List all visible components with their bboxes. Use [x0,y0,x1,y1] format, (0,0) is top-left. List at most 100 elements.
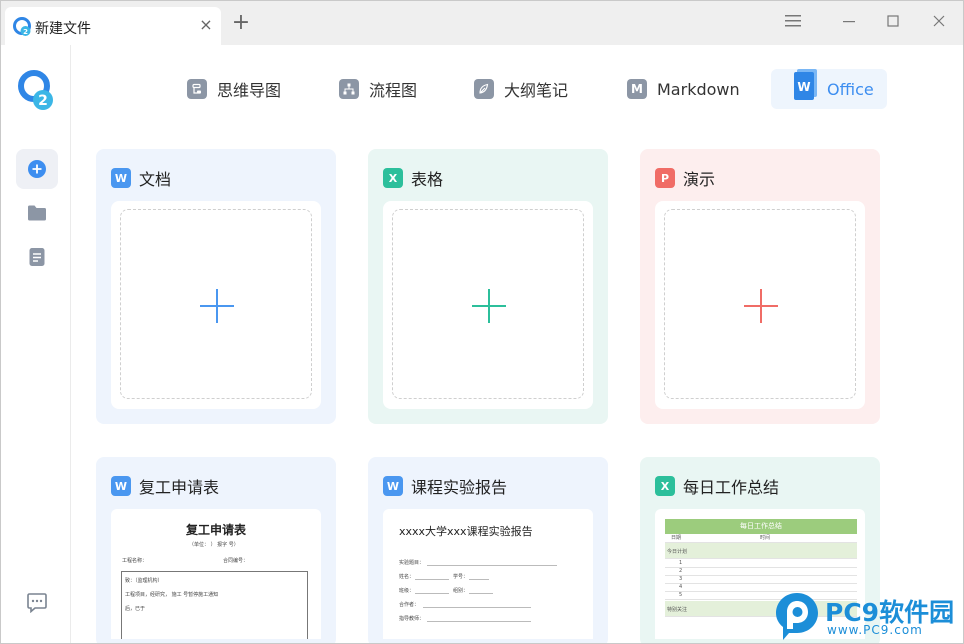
new-tab-button[interactable]: + [230,12,252,35]
app-logo-icon: 2 [18,70,53,110]
preview-text: 学号： [453,574,469,580]
sheet-row: 1 [665,560,857,568]
preview-text: 工程项目，经研究， 施工 号暂停施工通知 [125,592,219,598]
sheet-header-row: 日期 时间 [665,534,857,543]
underline [427,565,557,566]
app-logo-icon: 2 [13,17,31,36]
card-header: P 演示 [655,166,715,190]
card-title: 演示 [683,170,716,189]
menu-icon[interactable] [781,11,805,35]
chat-feedback-icon [27,593,47,613]
tab-markdown-label: Markdown [657,79,740,99]
preview-text: 致：（监理机构） [125,578,163,584]
word-badge-icon: W [383,476,403,496]
preview-heading: 复工申请表 [185,523,246,537]
card-new-presentation: P 演示 [640,149,880,424]
template-card-resume-work-form: W 复工申请表 复工申请表 （单位： ） 报字 号） 工程名称： 合同编号： 致… [96,457,336,643]
flowchart-icon [339,79,359,99]
preview-text: 班级： [399,588,415,594]
new-presentation-button[interactable] [655,201,865,409]
notes-button[interactable] [16,237,58,277]
preview-text: 后，已于 [125,606,146,612]
sheet-row: 3 [665,576,857,584]
preview-text: 合作者： [399,602,420,608]
watermark: PC9软件园 www.PC9.com [773,591,963,643]
underline [423,607,531,608]
tab-flowchart[interactable]: 流程图 [339,69,417,109]
plus-icon [200,289,234,323]
svg-text:2: 2 [23,28,28,36]
excel-badge-icon: X [655,476,675,496]
tab-new-file[interactable]: 2 新建文件 × [5,7,221,45]
underline [415,593,449,594]
card-header: W 课程实验报告 [383,474,507,498]
sheet-section-plan: 今日计划 [665,543,857,559]
new-file-button[interactable] [16,149,58,189]
sheet-row: 2 [665,568,857,576]
tab-office-label: Office [827,79,874,99]
preview-text: 实验题目： [399,560,425,566]
card-header: W 复工申请表 [111,474,219,498]
tab-mindmap-label: 思维导图 [217,81,282,100]
title-bar: 2 新建文件 × + [1,1,963,45]
new-spreadsheet-button[interactable] [383,201,593,409]
markdown-icon: M [627,79,647,99]
outline-note-icon [474,79,494,99]
card-header: X 表格 [383,166,443,190]
word-badge-icon: W [111,476,131,496]
card-new-spreadsheet: X 表格 [368,149,608,424]
tab-title: 新建文件 [35,21,91,37]
tab-outline-note[interactable]: 大纲笔记 [474,69,568,109]
office-word-icon: W [794,69,817,100]
tab-outline-note-label: 大纲笔记 [504,81,569,100]
plus-circle-icon [28,160,46,178]
svg-text:W: W [797,80,810,94]
tab-office[interactable]: W Office [771,69,887,109]
new-document-button[interactable] [111,201,321,409]
mindmap-icon [187,79,207,99]
excel-badge-icon: X [383,168,403,188]
watermark-url: www.PC9.com [827,623,923,637]
close-tab-icon[interactable]: × [197,16,215,34]
feedback-button[interactable] [16,583,58,623]
preview-text: 工程名称： [122,558,148,564]
card-title: 表格 [411,170,444,189]
underline [427,621,531,622]
tab-mindmap[interactable]: 思维导图 [187,69,281,109]
minimize-icon[interactable] [837,11,861,35]
card-header: X 每日工作总结 [655,474,779,498]
ppt-badge-icon: P [655,168,675,188]
card-title: 复工申请表 [139,478,220,497]
sheet-col-date: 日期 [671,535,682,541]
left-sidebar: 2 [1,45,71,643]
document-list-icon [29,248,45,266]
folder-icon [28,205,46,221]
maximize-icon[interactable] [881,11,905,35]
preview-heading: xxxx大学xxx课程实验报告 [399,525,533,538]
preview-text: 指导教师： [399,616,425,622]
word-badge-icon: W [111,168,131,188]
sheet-heading: 每日工作总结 [665,519,857,534]
svg-text:2: 2 [38,93,48,109]
tab-markdown[interactable]: M Markdown [627,69,740,109]
template-card-lab-report: W 课程实验报告 xxxx大学xxx课程实验报告 实验题目： 姓名： 学号： 班… [368,457,608,643]
pc9-logo-icon [776,593,818,640]
underline [415,579,449,580]
template-preview[interactable]: xxxx大学xxx课程实验报告 实验题目： 姓名： 学号： 班级： 组别： 合作… [383,509,593,639]
sheet-col-time: 时间 [759,535,770,541]
tab-flowchart-label: 流程图 [369,81,418,100]
underline [469,593,493,594]
preview-text: 合同编号： [223,558,249,564]
folder-button[interactable] [16,193,58,233]
template-preview[interactable]: 复工申请表 （单位： ） 报字 号） 工程名称： 合同编号： 致：（监理机构） … [111,509,321,639]
card-title: 课程实验报告 [411,478,508,497]
card-title: 每日工作总结 [683,478,780,497]
underline [469,579,489,580]
preview-text: 组别： [453,588,469,594]
close-window-icon[interactable] [927,11,951,35]
preview-text: 姓名： [399,574,415,580]
card-title: 文档 [139,170,172,189]
card-header: W 文档 [111,166,171,190]
card-new-document: W 文档 [96,149,336,424]
app-window: 2 新建文件 × + 2 思维导图 流程图 大纲笔记 M Markdown W … [0,0,964,644]
